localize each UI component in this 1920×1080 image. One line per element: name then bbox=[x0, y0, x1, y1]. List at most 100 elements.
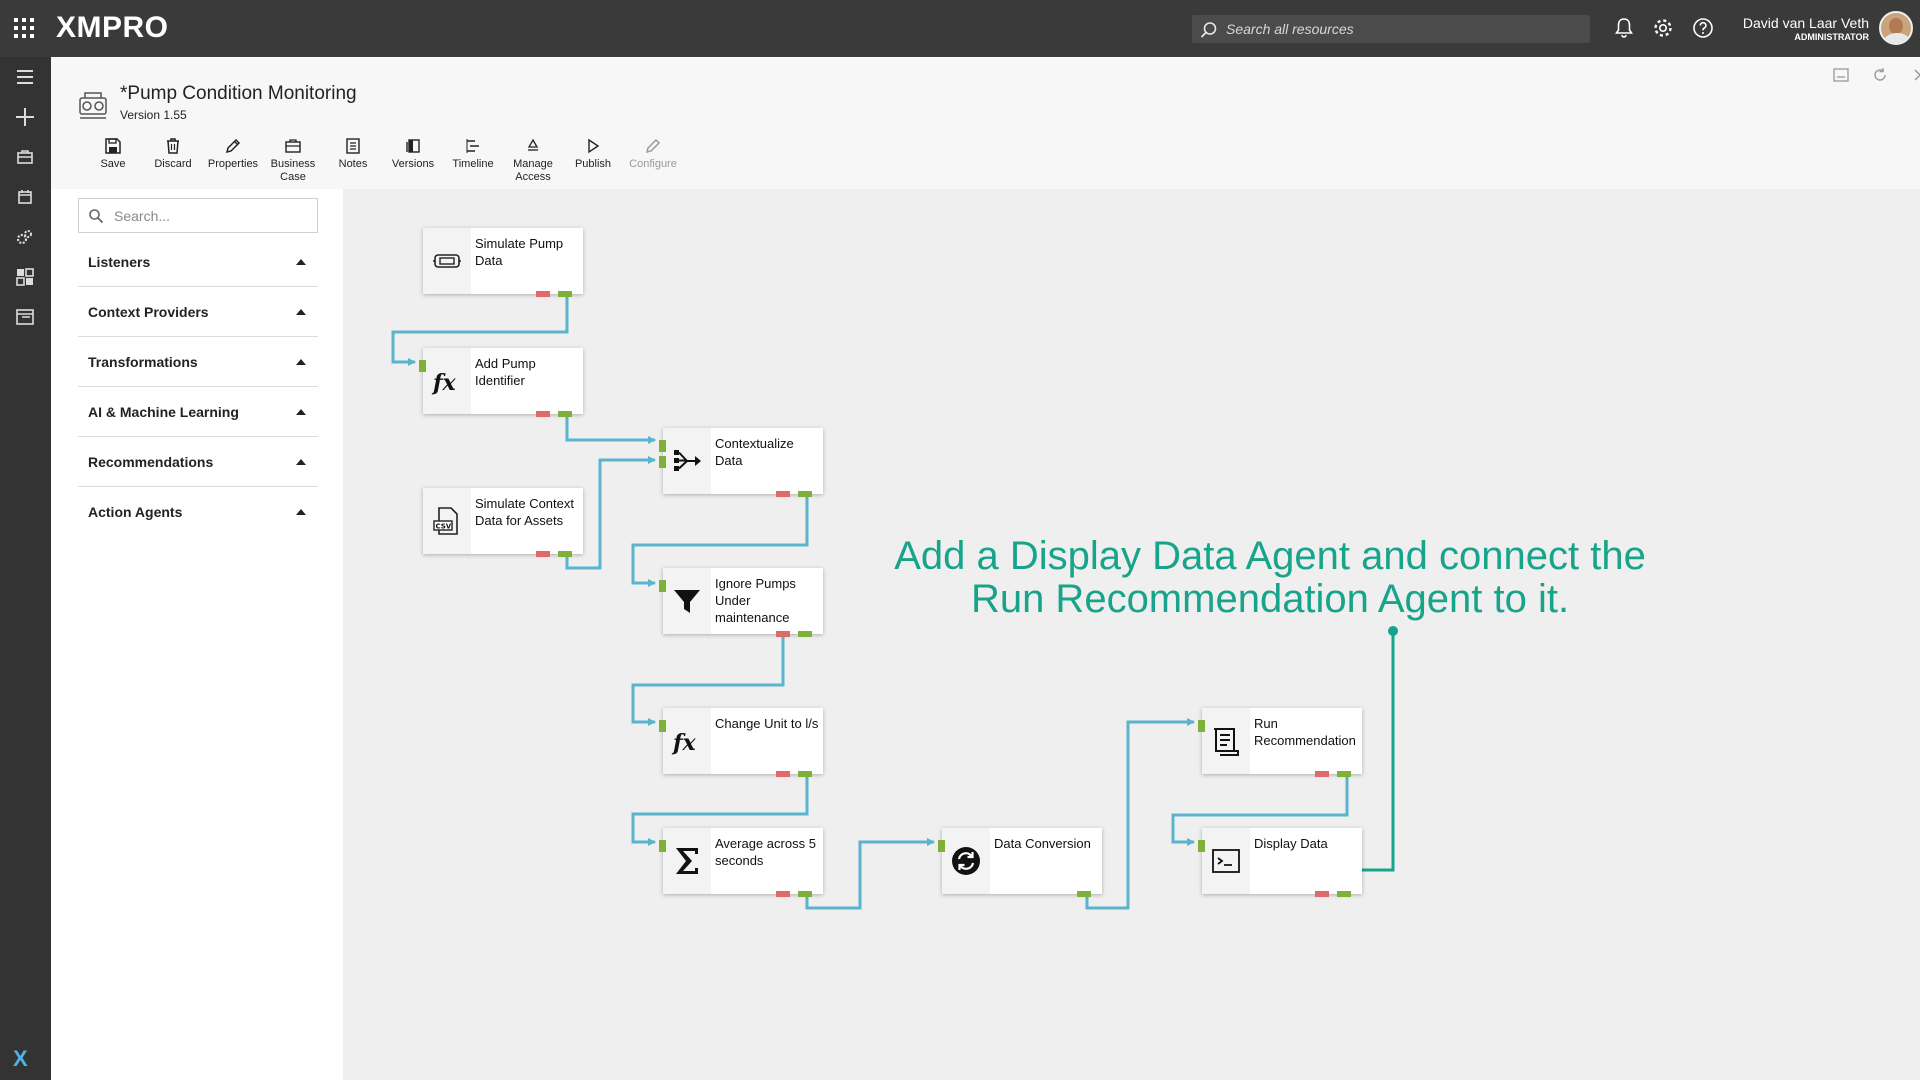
output-port[interactable] bbox=[1337, 771, 1351, 777]
node-label-line: seconds bbox=[715, 853, 764, 868]
dashboard-icon[interactable] bbox=[13, 265, 37, 289]
output-port[interactable] bbox=[798, 771, 812, 777]
output-port[interactable] bbox=[798, 631, 812, 637]
versions-button[interactable]: Versions bbox=[384, 135, 442, 171]
category-context-providers[interactable]: Context Providers bbox=[78, 287, 318, 337]
hamburger-menu-icon[interactable] bbox=[13, 65, 37, 89]
error-port[interactable] bbox=[536, 291, 550, 297]
briefcase-icon[interactable] bbox=[13, 145, 37, 169]
category-ai-machine-learning[interactable]: AI & Machine Learning bbox=[78, 387, 318, 437]
input-port[interactable] bbox=[419, 360, 426, 372]
xmpro-x-logo-icon[interactable]: X bbox=[13, 1046, 28, 1072]
gears-icon[interactable] bbox=[13, 225, 37, 249]
node-simulate-pump-data[interactable]: Simulate Pump Data bbox=[423, 228, 583, 297]
csv-file-icon: CSV bbox=[433, 507, 458, 535]
input-port[interactable] bbox=[659, 440, 666, 452]
output-port[interactable] bbox=[558, 291, 572, 297]
output-port[interactable] bbox=[558, 411, 572, 417]
user-name[interactable]: David van Laar Veth bbox=[1743, 15, 1869, 31]
node-label-line: Contextualize bbox=[715, 436, 794, 451]
node-label: Change Unit to l/s bbox=[715, 715, 821, 732]
notes-button[interactable]: Notes bbox=[324, 135, 382, 171]
business-case-button[interactable]: Business Case bbox=[264, 135, 322, 184]
palette-search-input[interactable]: Search... bbox=[78, 198, 318, 233]
close-icon[interactable] bbox=[1911, 66, 1920, 84]
input-port[interactable] bbox=[1198, 720, 1205, 732]
error-port[interactable] bbox=[776, 631, 790, 637]
node-add-pump-identifier[interactable]: fx Add Pump Identifier bbox=[419, 348, 583, 417]
brand-logo[interactable]: XMPRO bbox=[56, 11, 169, 45]
output-port[interactable] bbox=[798, 491, 812, 497]
node-contextualize-data[interactable]: Contextualize Data bbox=[659, 428, 823, 497]
node-label: Contextualize Data bbox=[715, 435, 821, 469]
svg-text:CSV: CSV bbox=[436, 523, 452, 531]
output-port[interactable] bbox=[798, 891, 812, 897]
help-icon[interactable] bbox=[1691, 16, 1715, 40]
node-label-line: Recommendation bbox=[1254, 733, 1356, 748]
page-title: *Pump Condition Monitoring bbox=[120, 83, 357, 104]
gear-icon[interactable] bbox=[1651, 16, 1675, 40]
properties-button[interactable]: Properties bbox=[204, 135, 262, 171]
function-icon: fx bbox=[431, 370, 456, 396]
output-port[interactable] bbox=[558, 551, 572, 557]
calendar-icon[interactable] bbox=[13, 185, 37, 209]
error-port[interactable] bbox=[776, 891, 790, 897]
global-search-input[interactable]: Search all resources bbox=[1192, 15, 1590, 43]
save-button[interactable]: Save bbox=[84, 135, 142, 171]
plus-icon[interactable] bbox=[13, 105, 37, 129]
play-icon bbox=[588, 138, 600, 154]
refresh-icon[interactable] bbox=[1871, 66, 1889, 84]
input-port[interactable] bbox=[1198, 840, 1205, 852]
node-label-line: Ignore Pumps bbox=[715, 576, 796, 591]
node-label-line: Data bbox=[475, 253, 503, 268]
input-port[interactable] bbox=[659, 580, 666, 592]
node-label-line: Under bbox=[715, 593, 751, 608]
avatar[interactable] bbox=[1879, 11, 1913, 45]
flow-canvas[interactable] bbox=[343, 189, 1920, 1080]
node-data-conversion[interactable]: Data Conversion bbox=[938, 828, 1102, 897]
category-action-agents[interactable]: Action Agents bbox=[78, 487, 318, 537]
versions-label: Versions bbox=[391, 158, 435, 170]
input-port[interactable] bbox=[659, 456, 666, 468]
input-port[interactable] bbox=[659, 840, 666, 852]
category-transformations[interactable]: Transformations bbox=[78, 337, 318, 387]
error-port[interactable] bbox=[776, 491, 790, 497]
collapse-caret-icon bbox=[296, 409, 306, 415]
node-simulate-context-data[interactable]: CSV Simulate Context Data for Assets bbox=[423, 488, 583, 557]
error-port[interactable] bbox=[536, 551, 550, 557]
input-port[interactable] bbox=[659, 720, 666, 732]
version-label: Version 1.55 bbox=[120, 108, 187, 122]
window-icon[interactable] bbox=[13, 305, 37, 329]
timeline-button[interactable]: Timeline bbox=[444, 135, 502, 171]
node-display-data[interactable]: Display Data bbox=[1198, 828, 1362, 897]
configure-button[interactable]: Configure bbox=[624, 135, 682, 171]
error-port[interactable] bbox=[776, 771, 790, 777]
bell-icon[interactable] bbox=[1612, 16, 1636, 40]
node-label-line: Display Data bbox=[1254, 836, 1328, 851]
save-icon bbox=[105, 138, 121, 154]
error-port[interactable] bbox=[536, 411, 550, 417]
error-port[interactable] bbox=[1315, 771, 1329, 777]
minimize-icon[interactable] bbox=[1832, 66, 1850, 84]
search-icon bbox=[89, 209, 104, 224]
publish-button[interactable]: Publish bbox=[564, 135, 622, 171]
node-icon-box bbox=[423, 228, 471, 294]
instruction-line: Run Recommendation Agent to it. bbox=[970, 577, 1570, 621]
node-change-unit[interactable]: fx Change Unit to l/s bbox=[659, 708, 823, 777]
manage-access-button[interactable]: Manage Access bbox=[504, 135, 562, 184]
apps-grid-icon[interactable] bbox=[14, 18, 34, 38]
category-recommendations[interactable]: Recommendations bbox=[78, 437, 318, 487]
node-average[interactable]: Average across 5 seconds bbox=[659, 828, 823, 897]
output-port[interactable] bbox=[1077, 891, 1091, 897]
palette-search-placeholder: Search... bbox=[114, 208, 171, 224]
node-label: Simulate Pump Data bbox=[475, 235, 581, 269]
node-run-recommendation[interactable]: Run Recommendation bbox=[1198, 708, 1362, 777]
node-label-line: Simulate Pump bbox=[475, 236, 564, 251]
error-port[interactable] bbox=[1315, 891, 1329, 897]
input-port[interactable] bbox=[938, 840, 945, 852]
node-label-line: Data bbox=[715, 453, 743, 468]
output-port[interactable] bbox=[1337, 891, 1351, 897]
category-listeners[interactable]: Listeners bbox=[78, 237, 318, 287]
node-ignore-pumps[interactable]: Ignore Pumps Under maintenance bbox=[659, 568, 823, 637]
discard-button[interactable]: Discard bbox=[144, 135, 202, 171]
